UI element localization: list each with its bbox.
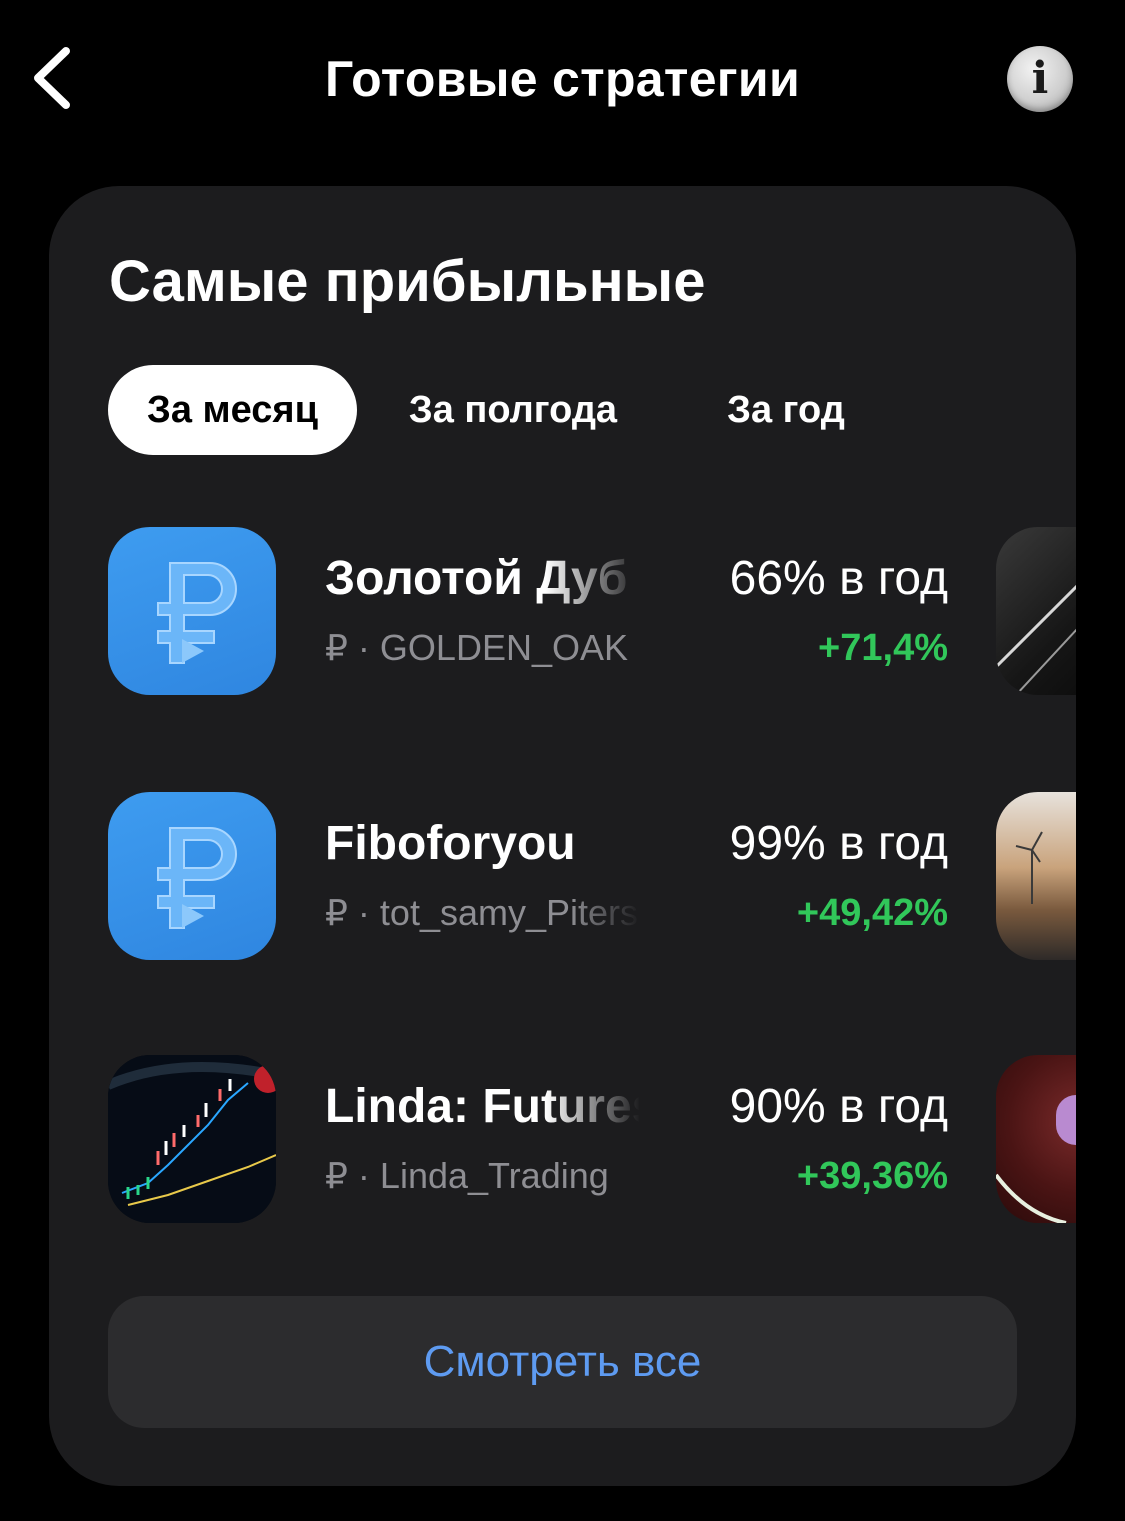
strategy-yield: 99% в год (729, 817, 948, 870)
strategy-row[interactable]: Linda: Futures ₽ · Linda_Trading 90% в г… (108, 1055, 1076, 1223)
strategy-return: +71,4% (818, 627, 948, 669)
strategy-author: ₽ · GOLDEN_OAK (325, 627, 629, 668)
next-card-preview[interactable] (996, 1055, 1076, 1223)
top-bar: Готовые стратегии i (0, 0, 1125, 160)
info-button[interactable]: i (1007, 46, 1073, 112)
strategy-yield: 66% в год (729, 552, 948, 605)
strategy-name: Золотой Дуб (325, 552, 628, 605)
tab-year[interactable]: За год (708, 365, 864, 455)
ruble-logo-icon (108, 527, 276, 695)
currency-label: ₽ (325, 627, 348, 668)
ruble-logo-icon (108, 792, 276, 960)
tab-half-year[interactable]: За полгода (388, 365, 638, 455)
strategy-row[interactable]: Золотой Дуб ₽ · GOLDEN_OAK 66% в год +71… (108, 527, 1076, 695)
strategy-row[interactable]: Fiboforyou ₽ · tot_samy_Piterski 99% в г… (108, 792, 1076, 960)
author-label: tot_samy_Piterski (379, 892, 640, 933)
see-all-button[interactable]: Смотреть все (108, 1296, 1017, 1428)
strategy-return: +39,36% (796, 1155, 948, 1197)
strategy-return: +49,42% (796, 892, 948, 934)
strategy-name: Fiboforyou (325, 817, 576, 870)
candlestick-chart-image (108, 1055, 276, 1223)
tab-month[interactable]: За месяц (108, 365, 357, 455)
page-title: Готовые стратегии (325, 51, 800, 107)
strategy-yield: 90% в год (729, 1080, 948, 1133)
author-label: GOLDEN_OAK (379, 627, 629, 668)
strategy-author: ₽ · tot_samy_Piterski (325, 892, 640, 934)
strategies-card: Самые прибыльные За месяц За полгода За … (49, 186, 1076, 1486)
next-card-preview[interactable] (996, 792, 1076, 960)
author-label: Linda_Trading (379, 1155, 609, 1196)
info-icon: i (1031, 53, 1049, 104)
section-title: Самые прибыльные (109, 249, 706, 314)
strategy-author: ₽ · Linda_Trading (325, 1155, 609, 1196)
next-card-preview[interactable] (996, 527, 1076, 695)
currency-label: ₽ (325, 1155, 348, 1196)
currency-label: ₽ (325, 892, 348, 933)
strategy-name: Linda: Futures (325, 1080, 640, 1133)
